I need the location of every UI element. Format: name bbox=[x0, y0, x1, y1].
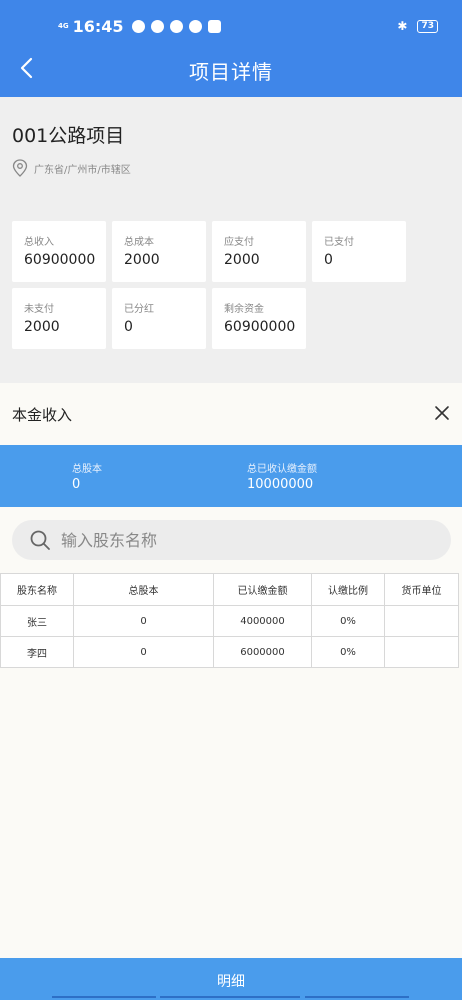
stat-label: 未支付 bbox=[24, 304, 54, 315]
stat-label: 已分红 bbox=[124, 304, 154, 315]
page-title: 项目详情 bbox=[189, 60, 273, 84]
cell-subscribed-amount: 6000000 bbox=[213, 636, 312, 668]
search-bar[interactable] bbox=[12, 520, 451, 560]
stat-card-unpaid: 未支付 2000 bbox=[12, 288, 106, 349]
total-paid-value: 10000000 bbox=[247, 477, 314, 492]
cell-total-shares: 0 bbox=[73, 605, 214, 637]
cell-shareholder-name: 李四 bbox=[0, 636, 74, 668]
project-name: 001公路项目 bbox=[12, 125, 125, 147]
column-header-subscribed-amount: 已认缴金额 bbox=[213, 573, 312, 606]
network-indicator: 4G bbox=[58, 21, 69, 30]
stat-card-paid: 已支付 0 bbox=[312, 221, 406, 282]
stat-value: 0 bbox=[124, 319, 133, 335]
stat-value: 0 bbox=[324, 252, 333, 268]
mail-icon bbox=[207, 19, 221, 33]
shareholder-search-input[interactable] bbox=[61, 530, 421, 550]
table-row[interactable]: 张三 0 4000000 0% bbox=[0, 605, 459, 637]
divider bbox=[160, 996, 300, 998]
status-time: 16:45 bbox=[72, 16, 124, 36]
stat-card-remaining-funds: 剩余资金 60900000 bbox=[212, 288, 306, 349]
cell-subscription-ratio: 0% bbox=[311, 636, 385, 668]
cell-total-shares: 0 bbox=[73, 636, 214, 668]
battery-icon: 73 bbox=[417, 19, 438, 33]
stat-value: 2000 bbox=[124, 252, 160, 268]
location-pin-icon bbox=[12, 159, 28, 177]
status-bar: 4G 16:45 ✱ 73 bbox=[58, 14, 438, 38]
total-shares-value: 0 bbox=[72, 477, 81, 492]
cell-currency bbox=[384, 605, 459, 637]
notification-icon bbox=[150, 19, 164, 33]
total-paid-label: 总已收认缴金额 bbox=[247, 464, 317, 475]
close-icon[interactable] bbox=[433, 404, 451, 422]
column-header-shareholder: 股东名称 bbox=[0, 573, 74, 606]
stat-card-total-income: 总收入 60900000 bbox=[12, 221, 106, 282]
app-icon bbox=[188, 19, 202, 33]
divider bbox=[52, 996, 156, 998]
stat-label: 总成本 bbox=[124, 237, 154, 248]
location-text: 广东省/广州市/市辖区 bbox=[34, 164, 131, 176]
stat-value: 2000 bbox=[24, 319, 60, 335]
stat-value: 60900000 bbox=[24, 252, 96, 268]
bottom-action-bar: 明细 bbox=[0, 958, 462, 1000]
total-shares-label: 总股本 bbox=[72, 464, 102, 475]
divider bbox=[305, 996, 409, 998]
stat-value: 60900000 bbox=[224, 319, 296, 335]
shareholder-table: 股东名称 总股本 已认缴金额 认缴比例 货币单位 张三 0 4000000 0%… bbox=[0, 573, 459, 668]
stat-value: 2000 bbox=[224, 252, 260, 268]
stat-label: 总收入 bbox=[24, 237, 54, 248]
cell-subscription-ratio: 0% bbox=[311, 605, 385, 637]
table-header-row: 股东名称 总股本 已认缴金额 认缴比例 货币单位 bbox=[0, 573, 459, 606]
notification-icon bbox=[131, 19, 145, 33]
stat-label: 已支付 bbox=[324, 237, 354, 248]
stat-label: 应支付 bbox=[224, 237, 254, 248]
shield-icon bbox=[169, 19, 183, 33]
column-header-subscription-ratio: 认缴比例 bbox=[311, 573, 385, 606]
table-row[interactable]: 李四 0 6000000 0% bbox=[0, 636, 459, 668]
search-icon bbox=[30, 530, 50, 550]
column-header-currency: 货币单位 bbox=[384, 573, 459, 606]
stat-card-payable: 应支付 2000 bbox=[212, 221, 306, 282]
details-button[interactable]: 明细 bbox=[0, 958, 462, 1000]
summary-banner: 总股本 0 总已收认缴金额 10000000 bbox=[0, 445, 462, 507]
stat-card-total-cost: 总成本 2000 bbox=[112, 221, 206, 282]
cell-subscribed-amount: 4000000 bbox=[213, 605, 312, 637]
cell-currency bbox=[384, 636, 459, 668]
bluetooth-icon: ✱ bbox=[397, 19, 408, 33]
cell-shareholder-name: 张三 bbox=[0, 605, 74, 637]
column-header-total-shares: 总股本 bbox=[73, 573, 214, 606]
stat-label: 剩余资金 bbox=[224, 304, 264, 315]
notification-icons bbox=[131, 19, 221, 33]
stat-card-dividend: 已分红 0 bbox=[112, 288, 206, 349]
app-header: 4G 16:45 ✱ 73 项目详情 bbox=[0, 0, 462, 97]
sheet-title: 本金收入 bbox=[12, 406, 73, 424]
project-location: 广东省/广州市/市辖区 bbox=[12, 159, 131, 177]
